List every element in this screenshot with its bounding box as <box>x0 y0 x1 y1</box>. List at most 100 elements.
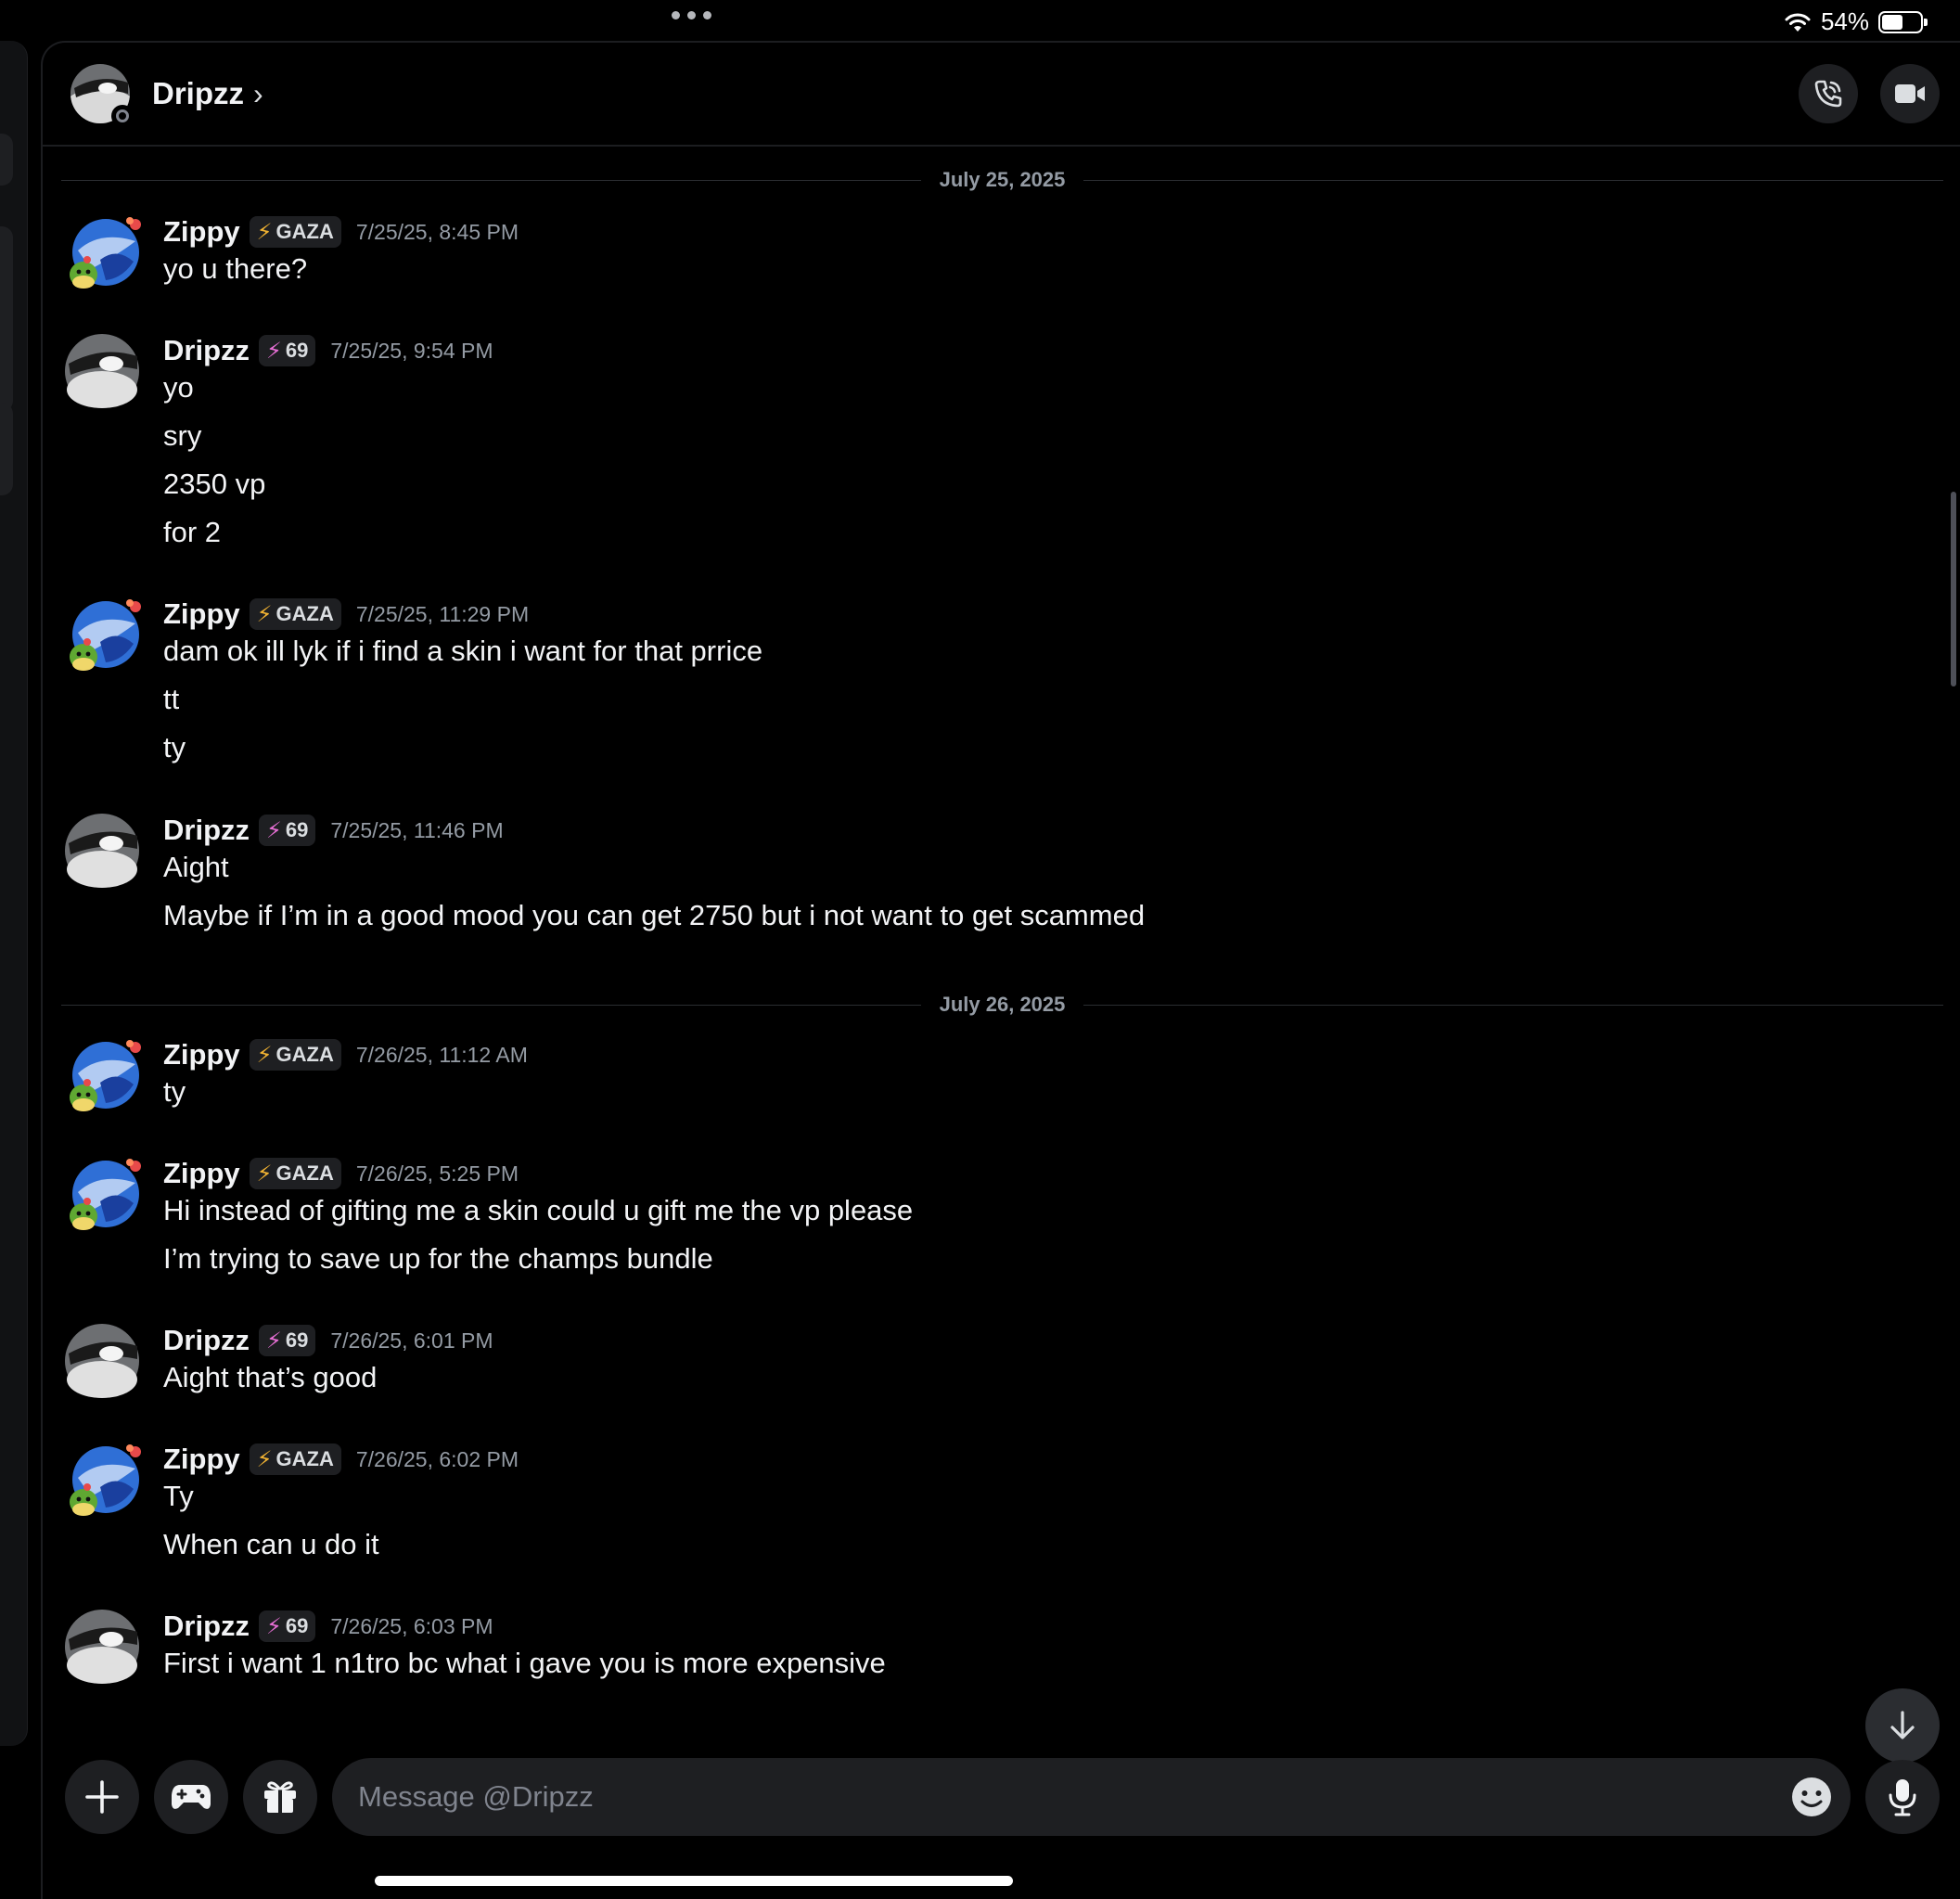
message-text: First i want 1 n1tro bc what i gave you … <box>163 1647 886 1679</box>
lightning-bolt-icon: ⚡ <box>256 601 273 627</box>
clan-tag-text: 69 <box>285 818 309 841</box>
zippy-avatar[interactable] <box>63 596 141 674</box>
dripzz-avatar[interactable] <box>63 1322 141 1400</box>
message-timestamp: 7/25/25, 11:46 PM <box>330 817 504 842</box>
message-text: ty <box>163 1075 186 1108</box>
lightning-bolt-icon: ⚡ <box>256 1446 273 1472</box>
message-author[interactable]: Dripzz <box>163 1324 250 1357</box>
message-text: When can u do it <box>163 1528 379 1560</box>
clan-tag[interactable]: ⚡ GAZA <box>249 598 341 630</box>
dripzz-avatar[interactable] <box>63 332 141 410</box>
scrollbar[interactable] <box>1951 492 1956 686</box>
clan-tag[interactable]: ⚡ 69 <box>259 1325 316 1356</box>
message-text: Aight <box>163 851 229 883</box>
clan-tag[interactable]: ⚡ GAZA <box>249 1039 341 1071</box>
message-text: dam ok ill lyk if i find a skin i want f… <box>163 635 763 667</box>
zippy-avatar[interactable] <box>63 1155 141 1233</box>
message-text: for 2 <box>163 516 222 548</box>
offline-status-icon <box>111 105 134 127</box>
video-call-button[interactable] <box>1880 64 1940 123</box>
dripzz-avatar[interactable] <box>63 812 141 890</box>
message-author[interactable]: Zippy <box>163 1443 240 1476</box>
message-input[interactable] <box>358 1780 1789 1814</box>
clan-tag[interactable]: ⚡ 69 <box>259 335 316 366</box>
message-author[interactable]: Zippy <box>163 1038 240 1071</box>
chevron-right-icon[interactable]: › <box>253 77 263 111</box>
attach-button[interactable] <box>65 1760 139 1834</box>
phone-icon <box>1814 80 1842 108</box>
message-composer <box>43 1746 1960 1848</box>
gift-button[interactable] <box>243 1760 317 1834</box>
microphone-icon <box>1889 1779 1916 1816</box>
message-author[interactable]: Dripzz <box>163 334 250 367</box>
clan-tag-text: 69 <box>285 339 309 362</box>
message-text: Hi instead of gifting me a skin could u … <box>163 1194 914 1226</box>
zippy-avatar[interactable] <box>63 1036 141 1114</box>
header-avatar[interactable] <box>70 64 134 127</box>
date-divider: July 25, 2025 <box>61 161 1943 199</box>
message-author[interactable]: Dripzz <box>163 814 250 847</box>
gamepad-icon <box>172 1785 211 1809</box>
gift-icon <box>264 1781 296 1813</box>
message-list[interactable]: July 25, 2025 Zippy ⚡ GAZA 7/25/25, 8:45 PM… <box>43 148 1960 1746</box>
clan-tag[interactable]: ⚡ GAZA <box>249 1443 341 1475</box>
message-author[interactable]: Zippy <box>163 597 240 631</box>
message-timestamp: 7/26/25, 6:03 PM <box>330 1613 493 1638</box>
message-timestamp: 7/26/25, 11:12 AM <box>355 1042 528 1067</box>
message-timestamp: 7/26/25, 6:02 PM <box>355 1446 519 1471</box>
message-author[interactable]: Zippy <box>163 1157 240 1190</box>
clan-tag[interactable]: ⚡ 69 <box>259 1610 316 1642</box>
message-author[interactable]: Zippy <box>163 215 240 249</box>
message-text: tt <box>163 683 180 715</box>
status-bar: 54% <box>1784 7 1928 36</box>
message-text: yo <box>163 371 194 404</box>
rail-item[interactable] <box>0 134 13 186</box>
emoji-icon[interactable] <box>1789 1775 1834 1819</box>
video-camera-icon <box>1895 84 1925 103</box>
clan-tag-text: GAZA <box>275 1043 334 1066</box>
message-text: yo u there? <box>163 252 308 285</box>
clan-tag-text: GAZA <box>275 602 334 625</box>
lightning-bolt-icon: ⚡ <box>256 1161 273 1187</box>
clan-tag-text: GAZA <box>275 1161 334 1185</box>
rail-item[interactable] <box>0 403 13 495</box>
header-title[interactable]: Dripzz <box>152 76 244 111</box>
zippy-avatar[interactable] <box>63 213 141 291</box>
clan-tag[interactable]: ⚡ 69 <box>259 815 316 846</box>
lightning-bolt-icon: ⚡ <box>266 1613 282 1639</box>
message-text: Aight that’s good <box>163 1361 378 1393</box>
server-rail[interactable] <box>0 41 28 1746</box>
lightning-bolt-icon: ⚡ <box>266 338 282 364</box>
clan-tag[interactable]: ⚡ GAZA <box>249 216 341 248</box>
message-author[interactable]: Dripzz <box>163 1610 250 1643</box>
dm-header: Dripzz › <box>43 43 1960 147</box>
clan-tag-text: GAZA <box>275 1447 334 1470</box>
multitasking-dots[interactable] <box>672 11 711 19</box>
date-divider: July 26, 2025 <box>61 986 1943 1023</box>
message-text: sry <box>163 419 202 452</box>
message-input-container[interactable] <box>332 1758 1851 1836</box>
message-timestamp: 7/25/25, 9:54 PM <box>330 338 493 363</box>
message-timestamp: 7/26/25, 5:25 PM <box>355 1161 519 1186</box>
message-timestamp: 7/25/25, 8:45 PM <box>355 219 519 244</box>
home-indicator[interactable] <box>375 1876 1013 1886</box>
date-label: July 25, 2025 <box>939 168 1066 191</box>
lightning-bolt-icon: ⚡ <box>256 219 273 245</box>
battery-icon <box>1878 10 1928 33</box>
message-text: Ty <box>163 1480 194 1512</box>
activities-button[interactable] <box>154 1760 228 1834</box>
clan-tag-text: GAZA <box>275 220 334 243</box>
dripzz-avatar[interactable] <box>63 1608 141 1686</box>
battery-percent: 54% <box>1820 7 1869 35</box>
clan-tag-text: 69 <box>285 1614 309 1637</box>
voice-call-button[interactable] <box>1799 64 1858 123</box>
dm-panel: Dripzz › July 25, 2025 Zippy ⚡ GAZA 7/25… <box>41 41 1960 1899</box>
zippy-avatar[interactable] <box>63 1441 141 1519</box>
clan-tag[interactable]: ⚡ GAZA <box>249 1158 341 1189</box>
message-text: I’m trying to save up for the champs bun… <box>163 1242 713 1275</box>
rail-item[interactable] <box>0 226 13 412</box>
voice-message-button[interactable] <box>1865 1760 1940 1834</box>
clan-tag-text: 69 <box>285 1328 309 1352</box>
date-label: July 26, 2025 <box>939 993 1066 1016</box>
plus-icon <box>85 1780 119 1814</box>
